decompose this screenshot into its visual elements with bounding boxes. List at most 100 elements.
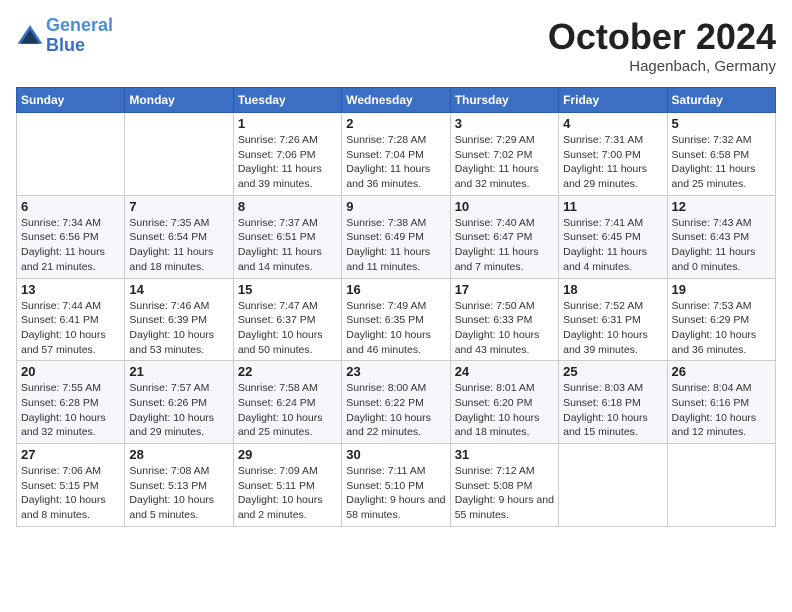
- day-number: 26: [672, 364, 771, 379]
- day-number: 4: [563, 116, 662, 131]
- day-info: Sunrise: 7:55 AM Sunset: 6:28 PM Dayligh…: [21, 381, 120, 440]
- day-info: Sunrise: 7:12 AM Sunset: 5:08 PM Dayligh…: [455, 464, 554, 523]
- page-header: General Blue October 2024 Hagenbach, Ger…: [16, 16, 776, 75]
- week-row-4: 20 Sunrise: 7:55 AM Sunset: 6:28 PM Dayli…: [17, 361, 776, 444]
- calendar-cell: 14Sunrise: 7:46 AM Sunset: 6:39 PM Dayli…: [125, 278, 233, 361]
- calendar-cell: 10 Sunrise: 7:40 AM Sunset: 6:47 PM Dayli…: [450, 195, 558, 278]
- day-number: 7: [129, 199, 228, 214]
- day-number: 21: [129, 364, 228, 379]
- day-info: Sunrise: 7:58 AM Sunset: 6:24 PM Dayligh…: [238, 381, 337, 440]
- calendar-cell: [559, 444, 667, 527]
- day-number: 1: [238, 116, 337, 131]
- day-number: 8: [238, 199, 337, 214]
- calendar-cell: 6Sunrise: 7:34 AM Sunset: 6:56 PM Daylig…: [17, 195, 125, 278]
- day-info: Sunrise: 8:01 AM Sunset: 6:20 PM Dayligh…: [455, 381, 554, 440]
- calendar-cell: 22Sunrise: 7:58 AM Sunset: 6:24 PM Dayli…: [233, 361, 341, 444]
- calendar-cell: [667, 444, 775, 527]
- day-info: Sunrise: 7:31 AM Sunset: 7:00 PM Dayligh…: [563, 133, 662, 192]
- title-area: October 2024 Hagenbach, Germany: [548, 16, 776, 75]
- day-number: 11: [563, 199, 662, 214]
- day-info: Sunrise: 7:37 AM Sunset: 6:51 PM Dayligh…: [238, 216, 337, 275]
- day-info: Sunrise: 7:57 AM Sunset: 6:26 PM Dayligh…: [129, 381, 228, 440]
- header-friday: Friday: [559, 88, 667, 113]
- day-info: Sunrise: 7:38 AM Sunset: 6:49 PM Dayligh…: [346, 216, 445, 275]
- calendar-cell: 5 Sunrise: 7:32 AM Sunset: 6:58 PM Daylig…: [667, 113, 775, 196]
- header-sunday: Sunday: [17, 88, 125, 113]
- calendar-cell: 31 Sunrise: 7:12 AM Sunset: 5:08 PM Dayli…: [450, 444, 558, 527]
- day-number: 2: [346, 116, 445, 131]
- day-number: 28: [129, 447, 228, 462]
- calendar-cell: 3Sunrise: 7:29 AM Sunset: 7:02 PM Daylig…: [450, 113, 558, 196]
- day-number: 31: [455, 447, 554, 462]
- day-info: Sunrise: 7:47 AM Sunset: 6:37 PM Dayligh…: [238, 299, 337, 358]
- day-info: Sunrise: 7:26 AM Sunset: 7:06 PM Dayligh…: [238, 133, 337, 192]
- day-info: Sunrise: 7:41 AM Sunset: 6:45 PM Dayligh…: [563, 216, 662, 275]
- logo-text: General Blue: [46, 16, 113, 56]
- day-number: 27: [21, 447, 120, 462]
- calendar-cell: 23Sunrise: 8:00 AM Sunset: 6:22 PM Dayli…: [342, 361, 450, 444]
- calendar-cell: 11 Sunrise: 7:41 AM Sunset: 6:45 PM Dayli…: [559, 195, 667, 278]
- calendar-cell: 8 Sunrise: 7:37 AM Sunset: 6:51 PM Daylig…: [233, 195, 341, 278]
- day-info: Sunrise: 7:49 AM Sunset: 6:35 PM Dayligh…: [346, 299, 445, 358]
- calendar-cell: 4 Sunrise: 7:31 AM Sunset: 7:00 PM Daylig…: [559, 113, 667, 196]
- day-number: 9: [346, 199, 445, 214]
- calendar-cell: 9 Sunrise: 7:38 AM Sunset: 6:49 PM Daylig…: [342, 195, 450, 278]
- day-number: 23: [346, 364, 445, 379]
- day-info: Sunrise: 7:52 AM Sunset: 6:31 PM Dayligh…: [563, 299, 662, 358]
- calendar-cell: [17, 113, 125, 196]
- calendar-cell: 1 Sunrise: 7:26 AM Sunset: 7:06 PM Daylig…: [233, 113, 341, 196]
- calendar-cell: 28 Sunrise: 7:08 AM Sunset: 5:13 PM Dayli…: [125, 444, 233, 527]
- month-title: October 2024: [548, 16, 776, 58]
- day-number: 15: [238, 282, 337, 297]
- calendar-cell: 15 Sunrise: 7:47 AM Sunset: 6:37 PM Dayli…: [233, 278, 341, 361]
- day-number: 10: [455, 199, 554, 214]
- week-row-1: 1 Sunrise: 7:26 AM Sunset: 7:06 PM Daylig…: [17, 113, 776, 196]
- calendar-cell: 26 Sunrise: 8:04 AM Sunset: 6:16 PM Dayli…: [667, 361, 775, 444]
- calendar-cell: 19 Sunrise: 7:53 AM Sunset: 6:29 PM Dayli…: [667, 278, 775, 361]
- day-number: 19: [672, 282, 771, 297]
- day-info: Sunrise: 8:04 AM Sunset: 6:16 PM Dayligh…: [672, 381, 771, 440]
- calendar-table: SundayMondayTuesdayWednesdayThursdayFrid…: [16, 87, 776, 527]
- calendar-cell: 13Sunrise: 7:44 AM Sunset: 6:41 PM Dayli…: [17, 278, 125, 361]
- day-info: Sunrise: 7:40 AM Sunset: 6:47 PM Dayligh…: [455, 216, 554, 275]
- day-number: 16: [346, 282, 445, 297]
- calendar-cell: 30 Sunrise: 7:11 AM Sunset: 5:10 PM Dayli…: [342, 444, 450, 527]
- calendar-cell: 25Sunrise: 8:03 AM Sunset: 6:18 PM Dayli…: [559, 361, 667, 444]
- day-number: 24: [455, 364, 554, 379]
- logo: General Blue: [16, 16, 113, 56]
- header-monday: Monday: [125, 88, 233, 113]
- location: Hagenbach, Germany: [548, 58, 776, 75]
- day-info: Sunrise: 7:44 AM Sunset: 6:41 PM Dayligh…: [21, 299, 120, 358]
- day-number: 17: [455, 282, 554, 297]
- calendar-cell: 2Sunrise: 7:28 AM Sunset: 7:04 PM Daylig…: [342, 113, 450, 196]
- day-number: 18: [563, 282, 662, 297]
- header-thursday: Thursday: [450, 88, 558, 113]
- day-info: Sunrise: 7:08 AM Sunset: 5:13 PM Dayligh…: [129, 464, 228, 523]
- day-info: Sunrise: 7:06 AM Sunset: 5:15 PM Dayligh…: [21, 464, 120, 523]
- day-number: 12: [672, 199, 771, 214]
- day-number: 5: [672, 116, 771, 131]
- day-number: 20: [21, 364, 120, 379]
- header-saturday: Saturday: [667, 88, 775, 113]
- day-info: Sunrise: 7:34 AM Sunset: 6:56 PM Dayligh…: [21, 216, 120, 275]
- day-number: 30: [346, 447, 445, 462]
- day-info: Sunrise: 7:29 AM Sunset: 7:02 PM Dayligh…: [455, 133, 554, 192]
- calendar-cell: 18 Sunrise: 7:52 AM Sunset: 6:31 PM Dayli…: [559, 278, 667, 361]
- week-row-2: 6Sunrise: 7:34 AM Sunset: 6:56 PM Daylig…: [17, 195, 776, 278]
- day-info: Sunrise: 7:11 AM Sunset: 5:10 PM Dayligh…: [346, 464, 445, 523]
- calendar-cell: 16 Sunrise: 7:49 AM Sunset: 6:35 PM Dayli…: [342, 278, 450, 361]
- week-row-5: 27 Sunrise: 7:06 AM Sunset: 5:15 PM Dayli…: [17, 444, 776, 527]
- header-wednesday: Wednesday: [342, 88, 450, 113]
- calendar-cell: 20 Sunrise: 7:55 AM Sunset: 6:28 PM Dayli…: [17, 361, 125, 444]
- header-tuesday: Tuesday: [233, 88, 341, 113]
- day-info: Sunrise: 7:46 AM Sunset: 6:39 PM Dayligh…: [129, 299, 228, 358]
- day-info: Sunrise: 7:53 AM Sunset: 6:29 PM Dayligh…: [672, 299, 771, 358]
- day-info: Sunrise: 7:43 AM Sunset: 6:43 PM Dayligh…: [672, 216, 771, 275]
- calendar-cell: 17Sunrise: 7:50 AM Sunset: 6:33 PM Dayli…: [450, 278, 558, 361]
- calendar-cell: [125, 113, 233, 196]
- calendar-cell: 27 Sunrise: 7:06 AM Sunset: 5:15 PM Dayli…: [17, 444, 125, 527]
- day-info: Sunrise: 7:32 AM Sunset: 6:58 PM Dayligh…: [672, 133, 771, 192]
- day-number: 25: [563, 364, 662, 379]
- calendar-cell: 7Sunrise: 7:35 AM Sunset: 6:54 PM Daylig…: [125, 195, 233, 278]
- day-number: 29: [238, 447, 337, 462]
